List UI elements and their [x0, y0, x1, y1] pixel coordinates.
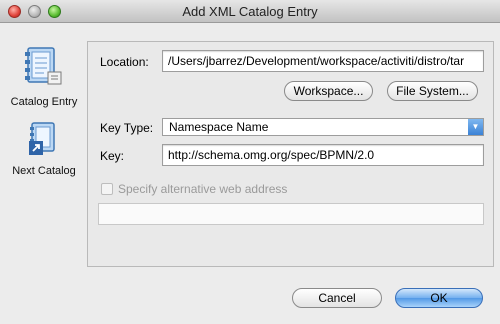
- window-title: Add XML Catalog Entry: [182, 4, 318, 19]
- alt-web-address-label: Specify alternative web address: [118, 182, 288, 196]
- key-type-value: Namespace Name: [169, 120, 269, 134]
- sidebar-item-label: Next Catalog: [12, 165, 76, 177]
- alt-web-address-checkbox[interactable]: [101, 183, 113, 195]
- catalog-entry-icon: [25, 47, 62, 85]
- key-type-label: Key Type:: [100, 121, 154, 135]
- ok-button[interactable]: OK: [395, 288, 483, 308]
- sidebar-item-catalog-entry[interactable]: Catalog Entry: [6, 44, 82, 108]
- chevron-down-icon: ▼: [468, 119, 483, 135]
- next-catalog-icon: [29, 122, 55, 155]
- location-field[interactable]: /Users/jbarrez/Development/workspace/act…: [162, 50, 484, 72]
- workspace-button[interactable]: Workspace...: [284, 81, 373, 101]
- alt-web-address-field[interactable]: [98, 203, 484, 225]
- key-field[interactable]: http://schema.omg.org/spec/BPMN/2.0: [162, 144, 484, 166]
- sidebar-item-label: Catalog Entry: [10, 96, 78, 108]
- cancel-button[interactable]: Cancel: [292, 288, 382, 308]
- key-label: Key:: [100, 149, 125, 163]
- title-bar: Add XML Catalog Entry: [0, 0, 500, 23]
- location-label: Location:: [100, 55, 149, 69]
- file-system-button[interactable]: File System...: [387, 81, 478, 101]
- key-type-select[interactable]: Namespace Name ▼: [162, 118, 484, 136]
- sidebar-item-next-catalog[interactable]: Next Catalog: [6, 121, 82, 177]
